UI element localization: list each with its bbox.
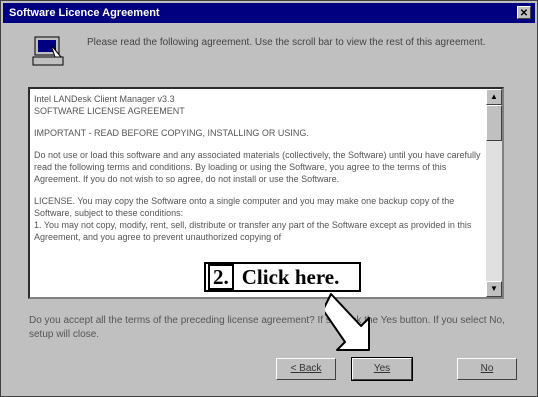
scroll-thumb[interactable] — [486, 105, 502, 141]
dialog-title: Software Licence Agreement — [9, 7, 160, 19]
no-button-label: No — [480, 363, 494, 374]
back-button-label: < Back — [290, 363, 322, 374]
intro-text: Please read the following agreement. Use… — [87, 37, 486, 48]
vertical-scrollbar[interactable]: ▲ ▼ — [486, 89, 502, 297]
scroll-up-icon[interactable]: ▲ — [486, 89, 502, 105]
license-line: Intel LANDesk Client Manager v3.3 — [34, 94, 175, 104]
license-dialog: Software Licence Agreement ✕ Please read… — [0, 0, 538, 397]
close-icon[interactable]: ✕ — [517, 6, 531, 19]
callout-step-number: 2. — [208, 264, 234, 290]
callout-text: Click here. — [241, 264, 340, 289]
yes-button-label: Yes — [373, 363, 391, 374]
license-content: Intel LANDesk Client Manager v3.3 SOFTWA… — [34, 93, 482, 253]
license-paragraph: 1. You may not copy, modify, rent, sell,… — [34, 220, 472, 242]
computer-icon — [32, 36, 64, 66]
license-important: IMPORTANT - READ BEFORE COPYING, INSTALL… — [34, 128, 309, 138]
yes-button[interactable]: Yes — [351, 357, 413, 381]
license-line: SOFTWARE LICENSE AGREEMENT — [34, 106, 185, 116]
scroll-down-icon[interactable]: ▼ — [486, 281, 502, 297]
license-paragraph: LICENSE. You may copy the Software onto … — [34, 196, 455, 218]
accept-question: Do you accept all the terms of the prece… — [29, 315, 505, 340]
license-paragraph: Do not use or load this software and any… — [34, 150, 481, 184]
instruction-callout: 2. Click here. — [204, 262, 361, 292]
pointer-arrow-icon — [325, 293, 370, 351]
no-button[interactable]: No — [457, 358, 517, 380]
back-button[interactable]: < Back — [276, 358, 336, 380]
title-bar: Software Licence Agreement ✕ — [3, 3, 535, 23]
